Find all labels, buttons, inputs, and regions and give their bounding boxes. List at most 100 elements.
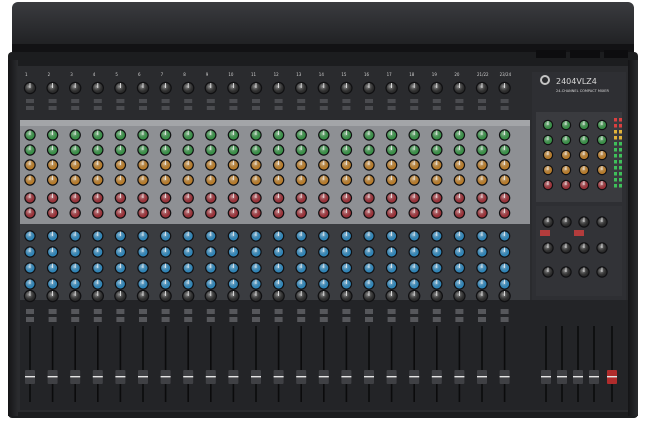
eq-mid-knob[interactable]: [159, 246, 172, 258]
aux5-knob[interactable]: [69, 192, 81, 204]
aux1-knob[interactable]: [272, 129, 285, 141]
low-cut-button[interactable]: [116, 99, 125, 103]
eq-mid-knob[interactable]: [24, 246, 36, 258]
eq-high-knob[interactable]: [453, 230, 466, 242]
aux6-knob[interactable]: [159, 207, 172, 219]
eq-midfreq-knob[interactable]: [92, 262, 104, 274]
eq-low-knob[interactable]: [408, 278, 420, 290]
aux4-knob[interactable]: [24, 174, 36, 186]
eq-high-knob[interactable]: [137, 230, 149, 242]
pan-knob[interactable]: [498, 289, 511, 303]
gain-knob[interactable]: [362, 81, 376, 95]
gain-knob[interactable]: [272, 81, 285, 95]
low-cut-button[interactable]: [161, 99, 170, 103]
aux6-knob[interactable]: [69, 207, 81, 219]
phase-button[interactable]: [93, 106, 102, 110]
phase-button[interactable]: [26, 106, 34, 110]
low-cut-button[interactable]: [274, 99, 283, 103]
aux4-knob[interactable]: [340, 174, 353, 186]
mute-button[interactable]: [139, 309, 147, 314]
aux5-knob[interactable]: [205, 192, 217, 204]
eq-mid-knob[interactable]: [431, 246, 443, 258]
low-cut-button[interactable]: [184, 99, 193, 103]
eq-midfreq-knob[interactable]: [453, 262, 466, 274]
mute-button[interactable]: [229, 309, 238, 314]
aux4-knob[interactable]: [182, 174, 194, 186]
eq-midfreq-knob[interactable]: [363, 262, 375, 274]
low-cut-button[interactable]: [48, 99, 57, 103]
aux1-knob[interactable]: [114, 129, 127, 141]
eq-midfreq-knob[interactable]: [318, 262, 330, 274]
aux2-knob[interactable]: [385, 144, 398, 156]
aux5-knob[interactable]: [272, 192, 285, 204]
solo-button[interactable]: [342, 317, 351, 322]
eq-mid-knob[interactable]: [408, 246, 420, 258]
eq-low-knob[interactable]: [498, 278, 511, 290]
eq-high-knob[interactable]: [476, 230, 488, 242]
master-knob[interactable]: [560, 266, 572, 278]
eq-high-knob[interactable]: [159, 230, 172, 242]
mute-button[interactable]: [365, 309, 373, 314]
aux1-knob[interactable]: [137, 129, 149, 141]
eq-high-knob[interactable]: [250, 230, 262, 242]
aux6-knob[interactable]: [498, 207, 511, 219]
low-cut-button[interactable]: [26, 99, 34, 103]
gain-knob[interactable]: [340, 81, 353, 95]
master-aux-knob[interactable]: [560, 134, 572, 146]
aux2-knob[interactable]: [295, 144, 307, 156]
eq-midfreq-knob[interactable]: [182, 262, 194, 274]
aux6-knob[interactable]: [363, 207, 375, 219]
eq-midfreq-knob[interactable]: [340, 262, 353, 274]
aux3-knob[interactable]: [318, 159, 330, 171]
aux3-knob[interactable]: [182, 159, 194, 171]
pan-knob[interactable]: [249, 289, 263, 303]
eq-mid-knob[interactable]: [385, 246, 398, 258]
aux4-knob[interactable]: [114, 174, 127, 186]
eq-high-knob[interactable]: [498, 230, 511, 242]
aux4-knob[interactable]: [295, 174, 307, 186]
eq-high-knob[interactable]: [272, 230, 285, 242]
aux4-knob[interactable]: [431, 174, 443, 186]
aux3-knob[interactable]: [24, 159, 36, 171]
aux6-knob[interactable]: [431, 207, 443, 219]
eq-midfreq-knob[interactable]: [476, 262, 488, 274]
master-aux-knob[interactable]: [596, 119, 608, 131]
aux5-knob[interactable]: [453, 192, 466, 204]
aux5-knob[interactable]: [498, 192, 511, 204]
low-cut-button[interactable]: [432, 99, 441, 103]
eq-midfreq-knob[interactable]: [205, 262, 217, 274]
aux4-knob[interactable]: [272, 174, 285, 186]
gain-knob[interactable]: [295, 81, 308, 95]
master-aux-knob[interactable]: [542, 179, 554, 191]
pan-knob[interactable]: [114, 289, 127, 303]
phase-button[interactable]: [116, 106, 125, 110]
eq-midfreq-knob[interactable]: [272, 262, 285, 274]
aux2-knob[interactable]: [250, 144, 262, 156]
eq-mid-knob[interactable]: [227, 246, 240, 258]
eq-low-knob[interactable]: [92, 278, 104, 290]
eq-mid-knob[interactable]: [272, 246, 285, 258]
eq-mid-knob[interactable]: [46, 246, 59, 258]
eq-high-knob[interactable]: [114, 230, 127, 242]
master-aux-knob[interactable]: [596, 164, 608, 176]
solo-button[interactable]: [48, 317, 57, 322]
aux6-knob[interactable]: [227, 207, 240, 219]
aux1-knob[interactable]: [453, 129, 466, 141]
phase-button[interactable]: [319, 106, 328, 110]
aux2-knob[interactable]: [69, 144, 81, 156]
aux1-knob[interactable]: [24, 129, 36, 141]
pan-knob[interactable]: [136, 289, 150, 303]
eq-low-knob[interactable]: [250, 278, 262, 290]
gain-knob[interactable]: [136, 81, 150, 95]
solo-button[interactable]: [139, 317, 147, 322]
eq-midfreq-knob[interactable]: [114, 262, 127, 274]
phase-button[interactable]: [206, 106, 215, 110]
solo-button[interactable]: [206, 317, 215, 322]
solo-button[interactable]: [478, 317, 486, 322]
aux2-knob[interactable]: [205, 144, 217, 156]
phase-button[interactable]: [365, 106, 373, 110]
eq-midfreq-knob[interactable]: [498, 262, 511, 274]
aux6-knob[interactable]: [408, 207, 420, 219]
master-aux-knob[interactable]: [596, 149, 608, 161]
eq-midfreq-knob[interactable]: [408, 262, 420, 274]
